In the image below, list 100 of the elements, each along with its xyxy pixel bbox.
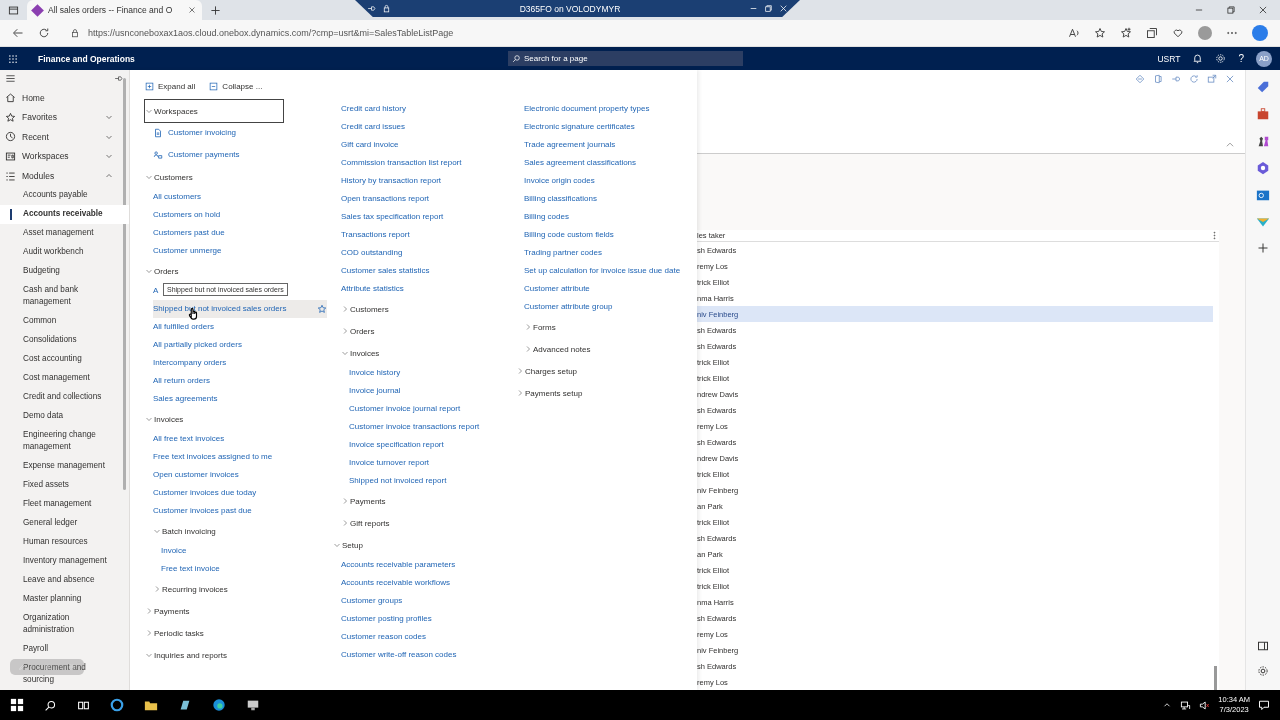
- app-icon[interactable]: [178, 698, 192, 712]
- menu-link[interactable]: Customer invoice journal report: [349, 400, 461, 418]
- back-icon[interactable]: [12, 27, 24, 39]
- group-header[interactable]: Forms: [524, 316, 696, 338]
- more-icon[interactable]: [1210, 231, 1219, 240]
- menu-link[interactable]: Billing classifications: [524, 190, 597, 208]
- help-button[interactable]: ?: [1238, 53, 1244, 64]
- group-header[interactable]: Payments: [341, 490, 516, 512]
- menu-link[interactable]: Electronic signature certificates: [524, 118, 635, 136]
- menu-link[interactable]: Customer reason codes: [341, 628, 426, 646]
- menu-link[interactable]: Customer invoice transactions report: [349, 418, 480, 436]
- menu-link[interactable]: Invoice origin codes: [524, 172, 595, 190]
- side-panel-icon[interactable]: [1257, 640, 1269, 652]
- module-item[interactable]: Human resources: [0, 532, 129, 552]
- menu-link[interactable]: Sales tax specification report: [341, 208, 444, 226]
- menu-link[interactable]: Sales agreements: [153, 390, 218, 408]
- module-item[interactable]: Engineering change management: [0, 425, 129, 457]
- group-header[interactable]: Payments: [145, 600, 333, 622]
- menu-link[interactable]: Invoice journal: [349, 382, 401, 400]
- menu-link[interactable]: Billing code custom fields: [524, 226, 614, 244]
- search-icon[interactable]: [44, 698, 57, 712]
- module-item[interactable]: Procurement and sourcing: [0, 658, 129, 690]
- menu-link[interactable]: Credit card history: [341, 100, 406, 118]
- add-icon[interactable]: [1257, 242, 1269, 254]
- group-header[interactable]: Customers: [341, 298, 516, 320]
- menu-link[interactable]: Trade agreement journals: [524, 136, 616, 154]
- group-header[interactable]: Inquiries and reports: [145, 644, 333, 666]
- group-header[interactable]: Invoices: [341, 342, 516, 364]
- menu-link[interactable]: Intercompany orders: [153, 354, 227, 372]
- group-header[interactable]: Batch invoicing: [153, 520, 333, 542]
- module-item[interactable]: General ledger: [0, 513, 129, 533]
- menu-link[interactable]: Free text invoices assigned to me: [153, 448, 273, 466]
- module-item[interactable]: Expense management: [0, 456, 129, 476]
- workspace-link[interactable]: Customer invoicing: [153, 122, 237, 144]
- module-item[interactable]: Cash and bank management: [0, 280, 129, 312]
- notifications-icon[interactable]: [1258, 699, 1270, 711]
- group-header[interactable]: Workspaces: [145, 100, 283, 122]
- module-item[interactable]: Master planning: [0, 589, 129, 609]
- menu-link[interactable]: Free text invoice: [161, 560, 220, 578]
- menu-link[interactable]: Customer unmerge: [153, 242, 222, 260]
- module-item[interactable]: Accounts receivable: [0, 204, 129, 224]
- module-item[interactable]: Budgeting: [0, 261, 129, 281]
- menu-link[interactable]: Gift card invoice: [341, 136, 399, 154]
- module-item[interactable]: Payroll: [0, 639, 129, 659]
- menu-link[interactable]: Open customer invoices: [153, 466, 239, 484]
- profile-avatar[interactable]: [1198, 26, 1212, 40]
- module-item[interactable]: Organization administration: [0, 608, 129, 640]
- outlook-icon[interactable]: [1256, 188, 1270, 202]
- menu-link[interactable]: Customer write-off reason codes: [341, 646, 457, 664]
- search-field[interactable]: Search for a page: [508, 51, 743, 66]
- menu-link[interactable]: Accounts receivable parameters: [341, 556, 456, 574]
- menu-link[interactable]: Attribute statistics: [341, 280, 404, 298]
- browser-tab[interactable]: All sales orders -- Finance and O: [27, 0, 202, 20]
- module-item[interactable]: Consolidations: [0, 330, 129, 350]
- menu-link[interactable]: Credit card issues: [341, 118, 406, 136]
- network-icon[interactable]: [1180, 699, 1192, 711]
- menu-link[interactable]: Transactions report: [341, 226, 410, 244]
- group-header[interactable]: Advanced notes: [524, 338, 696, 360]
- menu-link[interactable]: Invoice specification report: [349, 436, 444, 454]
- module-item[interactable]: Cost management: [0, 368, 129, 388]
- menu-link[interactable]: Customers past due: [153, 224, 225, 242]
- module-item[interactable]: Audit workbench: [0, 242, 129, 262]
- tag-icon[interactable]: [1256, 80, 1270, 94]
- chess-icon[interactable]: [1256, 134, 1270, 148]
- menu-link[interactable]: All customers: [153, 188, 201, 206]
- remote-desktop-icon[interactable]: [246, 698, 260, 712]
- notifications-icon[interactable]: [1192, 53, 1204, 64]
- favorite-star-icon[interactable]: [1094, 27, 1106, 39]
- toolbar-button[interactable]: Collapse ...: [209, 81, 263, 91]
- restore-icon[interactable]: [1226, 5, 1236, 15]
- menu-link[interactable]: History by transaction report: [341, 172, 442, 190]
- read-aloud-icon[interactable]: [1068, 27, 1080, 39]
- menu-link[interactable]: All return orders: [153, 372, 210, 390]
- start-icon[interactable]: [10, 698, 24, 712]
- group-header[interactable]: Periodic tasks: [145, 622, 333, 644]
- close-icon[interactable]: [1258, 5, 1268, 15]
- heart-icon[interactable]: [1172, 27, 1184, 39]
- people-icon[interactable]: [153, 150, 163, 160]
- menu-link[interactable]: Customer sales statistics: [341, 262, 430, 280]
- menu-link[interactable]: Customer invoices due today: [153, 484, 257, 502]
- menu-link[interactable]: Invoice: [161, 542, 187, 560]
- menu-link[interactable]: Customer posting profiles: [341, 610, 432, 628]
- nav-item[interactable]: Home: [0, 87, 129, 108]
- office-icon[interactable]: [1256, 161, 1270, 175]
- volume-icon[interactable]: [1199, 699, 1211, 711]
- office-icon[interactable]: [1153, 74, 1163, 84]
- group-header[interactable]: Orders: [341, 320, 516, 342]
- toolbar-button[interactable]: Expand all: [145, 81, 196, 91]
- menu-link[interactable]: Sales agreement classifications: [524, 154, 637, 172]
- module-item[interactable]: Fleet management: [0, 494, 129, 514]
- workspace-link[interactable]: Customer payments: [153, 144, 240, 166]
- pin-icon[interactable]: [367, 4, 376, 13]
- lock-icon[interactable]: [382, 4, 391, 13]
- menu-link[interactable]: Set up calculation for invoice issue due date: [524, 262, 681, 280]
- module-item[interactable]: Common: [0, 311, 129, 331]
- menu-link[interactable]: Electronic document property types: [524, 100, 650, 118]
- nav-item[interactable]: Modules: [0, 166, 129, 186]
- menu-link[interactable]: All free text invoices: [153, 430, 225, 448]
- module-item[interactable]: Fixed assets: [0, 475, 129, 495]
- module-item[interactable]: Cost accounting: [0, 349, 129, 369]
